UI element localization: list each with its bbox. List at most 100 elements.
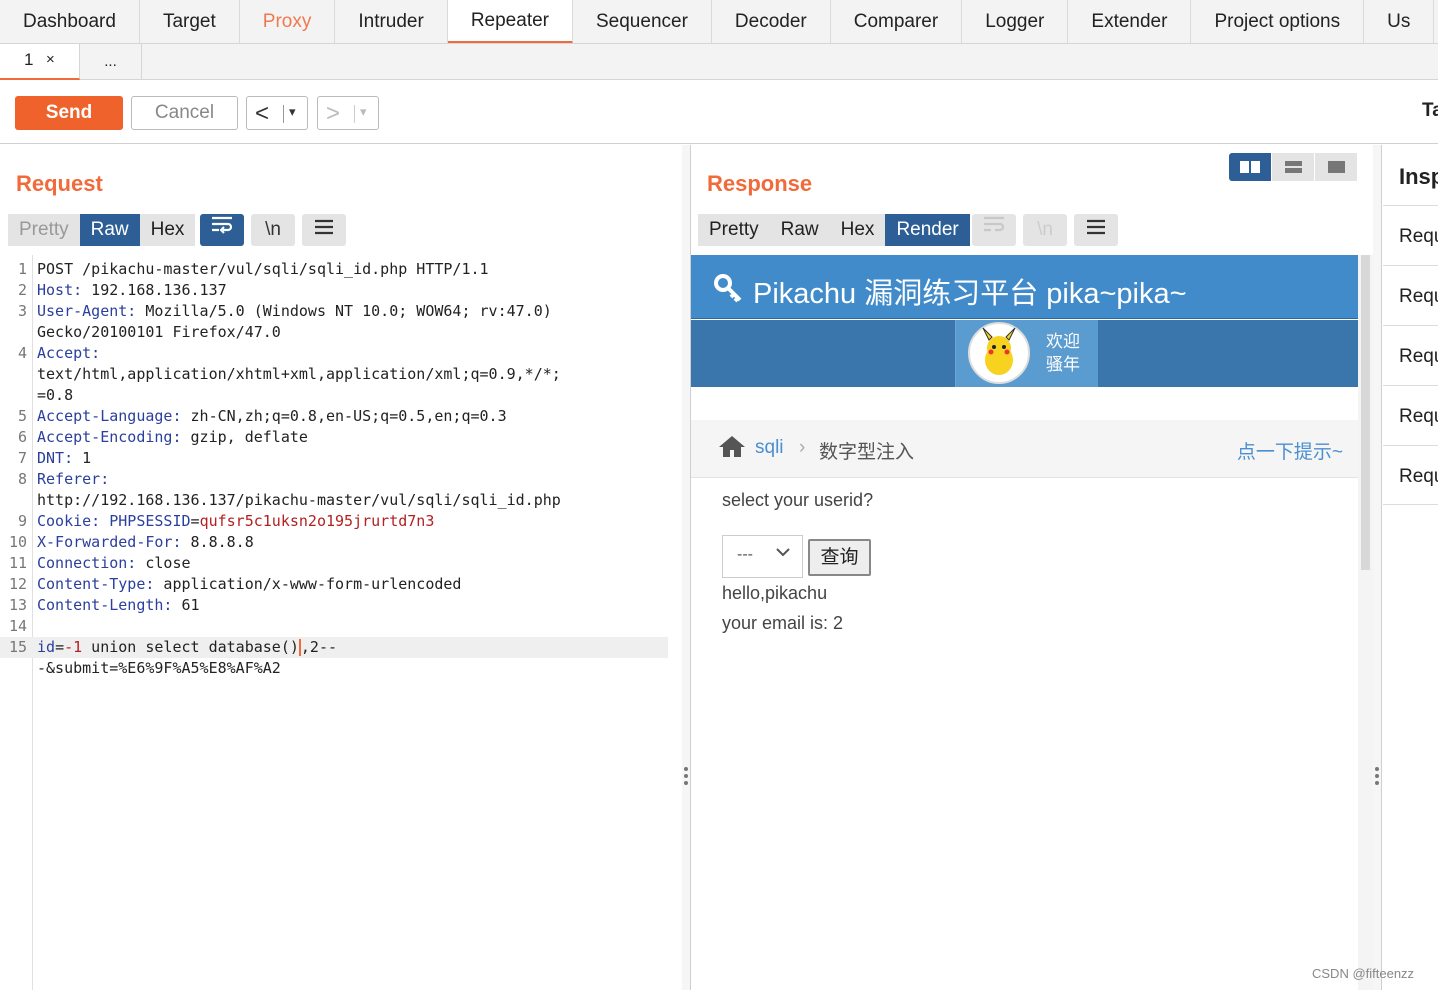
query-button[interactable]: 查询 xyxy=(808,539,871,576)
show-newlines-button[interactable]: \n xyxy=(251,214,295,246)
editor-line: 15 id=-1 union select database() ,2-- xyxy=(0,637,668,658)
scrollbar-thumb[interactable] xyxy=(1361,255,1370,570)
hint-link[interactable]: 点一下提示~ xyxy=(1237,437,1343,464)
line-text: zh-CN,zh;q=0.8,en-US;q=0.5,en;q=0.3 xyxy=(181,407,507,425)
history-forward-button[interactable]: > ▾ xyxy=(317,96,379,130)
cancel-button[interactable]: Cancel xyxy=(131,96,238,130)
header-name: Connection: xyxy=(37,554,137,572)
tab-us[interactable]: Us xyxy=(1364,0,1435,43)
line-text: X-Forwarded-For: 8.8.8.8 xyxy=(37,532,254,553)
user-box[interactable]: 欢迎 骚年 xyxy=(955,320,1098,387)
single-pane-icon[interactable] xyxy=(1315,153,1358,181)
tab-logger[interactable]: Logger xyxy=(962,0,1069,43)
pane-splitter[interactable] xyxy=(682,145,691,990)
site-title: Pikachu 漏洞练习平台 pika~pika~ xyxy=(753,278,1187,310)
param-name: id xyxy=(37,638,56,656)
tab-proxy[interactable]: Proxy xyxy=(240,0,336,43)
tab-extender[interactable]: Extender xyxy=(1068,0,1192,43)
line-text xyxy=(100,512,109,530)
select-value: --- xyxy=(737,546,753,563)
tab-target[interactable]: Target xyxy=(140,0,240,43)
menu-icon[interactable] xyxy=(302,214,346,246)
line-text: 61 xyxy=(172,596,200,614)
tab-pretty[interactable]: Pretty xyxy=(8,214,80,246)
tab-pretty[interactable]: Pretty xyxy=(698,214,770,246)
response-pane: Response Pretty Raw Hex Render \n Pikach… xyxy=(691,145,1373,990)
tab-hex[interactable]: Hex xyxy=(829,214,886,246)
request-view-tabs: Pretty Raw Hex xyxy=(8,214,196,246)
repeater-tab-label: 1 xyxy=(24,50,34,69)
grip-dot xyxy=(1375,781,1379,785)
tab-comparer[interactable]: Comparer xyxy=(831,0,963,43)
line-text: DNT: 1 xyxy=(37,448,91,469)
menu-icon[interactable] xyxy=(1074,214,1118,246)
line-text: ,2-- xyxy=(300,638,338,656)
line-text: text/html,application/xhtml+xml,applicat… xyxy=(37,365,561,383)
request-editor[interactable]: 1 POST /pikachu-master/vul/sqli/sqli_id.p… xyxy=(0,255,668,990)
tab-raw[interactable]: Raw xyxy=(769,214,830,246)
tab-render[interactable]: Render xyxy=(885,214,970,246)
tab-dashboard[interactable]: Dashboard xyxy=(0,0,140,43)
editor-line: 1 POST /pikachu-master/vul/sqli/sqli_id.p… xyxy=(0,259,668,280)
userid-select[interactable]: --- xyxy=(722,535,803,578)
tab-hex[interactable]: Hex xyxy=(139,214,196,246)
editor-line: =0.8 xyxy=(0,385,668,406)
chevron-down-icon[interactable]: ▾ xyxy=(360,104,367,120)
tab-decoder[interactable]: Decoder xyxy=(712,0,831,43)
inspector-row[interactable]: Requ xyxy=(1383,205,1438,265)
layout-toggle xyxy=(1229,153,1359,181)
header-name: Accept-Encoding: xyxy=(37,428,182,446)
split-vertical-icon[interactable] xyxy=(1272,153,1315,181)
tab-sequencer[interactable]: Sequencer xyxy=(573,0,712,43)
response-view-tabs: Pretty Raw Hex Render xyxy=(698,214,970,246)
line-text: gzip, deflate xyxy=(181,428,308,446)
pane-splitter[interactable] xyxy=(1373,145,1382,990)
editor-line: 6 Accept-Encoding: gzip, deflate xyxy=(0,427,668,448)
header-name: Accept: xyxy=(37,344,101,362)
header-name: X-Forwarded-For: xyxy=(37,533,182,551)
chevron-down-icon[interactable]: ▾ xyxy=(289,104,296,120)
inspector-row-label: Requ xyxy=(1399,406,1438,427)
rendered-response: Pikachu 漏洞练习平台 pika~pika~ 欢迎 骚年 sqli › 数… xyxy=(691,255,1358,990)
divider xyxy=(354,105,355,123)
editor-line: 4 Accept: xyxy=(0,343,668,364)
inspector-row[interactable]: Requ xyxy=(1383,265,1438,325)
line-text: Gecko/20100101 Firefox/47.0 xyxy=(37,322,281,343)
breadcrumb-link-sqli[interactable]: sqli xyxy=(755,437,784,459)
key-icon xyxy=(713,273,743,308)
userid-prompt: select your userid? xyxy=(722,490,874,510)
line-number: 13 xyxy=(8,596,27,614)
editor-line: http://192.168.136.137/pikachu-master/vu… xyxy=(0,490,668,511)
chevron-right-icon: > xyxy=(326,100,341,127)
split-horizontal-icon[interactable] xyxy=(1229,153,1272,181)
inspector-row[interactable]: Requ xyxy=(1383,445,1438,505)
line-text: text/html,application/xhtml+xml,applicat… xyxy=(37,364,561,385)
line-text: Referer: xyxy=(37,469,109,490)
close-icon[interactable]: × xyxy=(46,51,55,68)
tab-intruder[interactable]: Intruder xyxy=(335,0,448,43)
tab-repeater[interactable]: Repeater xyxy=(447,0,573,43)
line-number: 3 xyxy=(17,302,27,320)
history-back-button[interactable]: < ▾ xyxy=(246,96,308,130)
repeater-tab-1[interactable]: 1 × xyxy=(0,44,80,80)
tab-project-options[interactable]: Project options xyxy=(1191,0,1365,43)
equals-sign: = xyxy=(55,638,65,656)
editor-line: text/html,application/xhtml+xml,applicat… xyxy=(0,364,668,385)
inspector-row[interactable]: Requ xyxy=(1383,385,1438,445)
inspector-row[interactable]: Requ xyxy=(1383,325,1438,385)
line-text: Cookie: PHPSESSID=qufsr5c1uksn2o195jrurt… xyxy=(37,511,434,532)
word-wrap-icon[interactable] xyxy=(200,214,244,246)
send-button[interactable]: Send xyxy=(15,96,123,130)
editor-line: 12 Content-Type: application/x-www-form-u… xyxy=(0,574,668,595)
line-text: User-Agent: Mozilla/5.0 (Windows NT 10.0… xyxy=(37,301,552,322)
inspector-panel: Insp Requ Requ Requ Requ Requ xyxy=(1383,145,1438,990)
scrollbar[interactable] xyxy=(1358,255,1373,990)
chevron-left-icon: < xyxy=(255,100,270,127)
word-wrap-icon xyxy=(972,214,1016,246)
home-icon[interactable] xyxy=(718,434,746,463)
header-name: Referer: xyxy=(37,470,110,488)
target-label[interactable]: Ta xyxy=(1422,100,1438,122)
tab-raw[interactable]: Raw xyxy=(79,214,140,246)
new-tab-button[interactable]: ... xyxy=(80,44,142,80)
line-text: 192.168.136.137 xyxy=(82,281,227,299)
